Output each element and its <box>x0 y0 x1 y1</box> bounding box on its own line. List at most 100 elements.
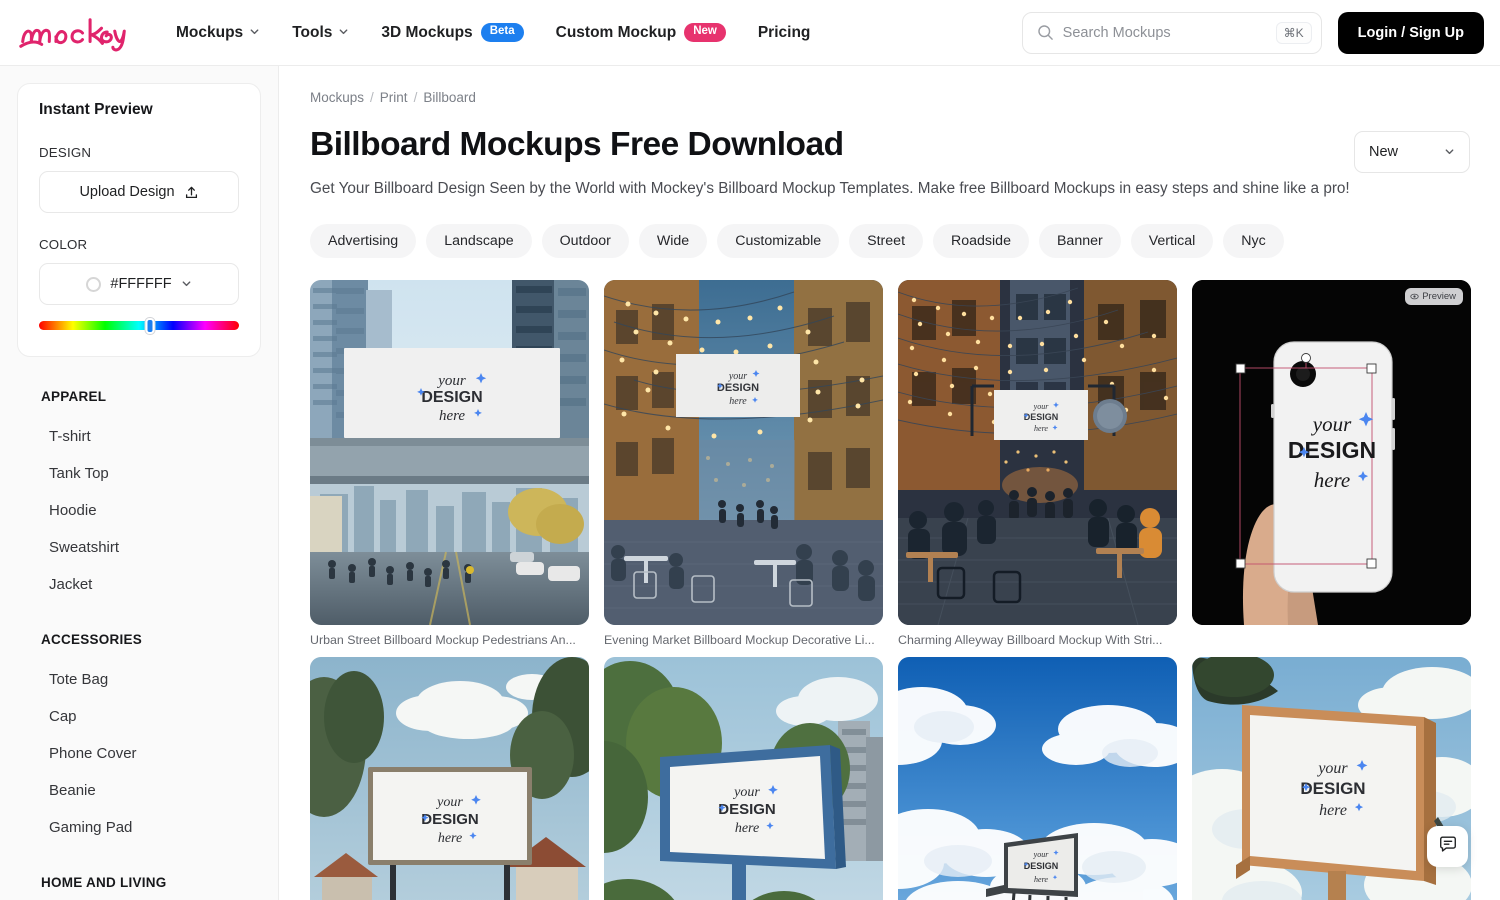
eye-icon <box>1410 292 1419 301</box>
filter-chip-outdoor[interactable]: Outdoor <box>541 223 629 258</box>
instant-preview-panel: Instant Preview DESIGN Upload Design COL… <box>17 83 261 357</box>
color-label: COLOR <box>39 237 88 252</box>
breadcrumb-print[interactable]: Print <box>380 90 408 105</box>
filter-chip-vertical[interactable]: Vertical <box>1130 223 1214 258</box>
sidebar-item-hoodie[interactable]: Hoodie <box>0 492 278 529</box>
sort-dropdown-value: New <box>1369 144 1399 160</box>
mockup-card[interactable]: your DESIGN here Evening Market Billboar… <box>604 279 883 647</box>
sidebar-item-phone-cover[interactable]: Phone Cover <box>0 735 278 772</box>
mockup-thumbnail-alleyway[interactable]: your DESIGN here <box>898 279 1177 625</box>
sidebar-item-tank-top[interactable]: Tank Top <box>0 455 278 492</box>
sidebar-item-beanie[interactable]: Beanie <box>0 772 278 809</box>
chevron-down-icon <box>249 26 260 37</box>
filter-chip-banner[interactable]: Banner <box>1038 223 1121 258</box>
site-header: Mockups Tools 3D Mockups Beta Custom Moc… <box>0 0 1500 66</box>
chevron-down-icon <box>181 278 192 289</box>
preview-badge[interactable]: Preview <box>1405 287 1463 305</box>
search-shortcut-hint: ⌘K <box>1275 21 1312 44</box>
category-heading-accessories: ACCESSORIES <box>41 632 143 647</box>
chat-bubble-icon <box>1438 834 1458 859</box>
beta-badge: Beta <box>480 23 524 42</box>
login-signup-button[interactable]: Login / Sign Up <box>1337 11 1484 54</box>
upload-icon <box>184 185 199 200</box>
page-body: Instant Preview DESIGN Upload Design COL… <box>0 66 1500 900</box>
page-subtitle: Get Your Billboard Design Seen by the Wo… <box>310 179 1350 197</box>
mockup-thumbnail-suburb-billboard[interactable]: your DESIGN here <box>310 656 589 900</box>
mockup-thumbnail-evening-market[interactable]: your DESIGN here <box>604 279 883 625</box>
mockey-logo[interactable] <box>14 11 132 55</box>
filter-chip-row: Advertising Landscape Outdoor Wide Custo… <box>310 223 1500 258</box>
sidebar-item-tshirt[interactable]: T-shirt <box>0 418 278 455</box>
filter-chip-wide[interactable]: Wide <box>638 223 708 258</box>
main-content: Mockups / Print / Billboard Billboard Mo… <box>279 66 1500 900</box>
mockup-thumbnail-sky-billboard[interactable]: your DESIGN here <box>898 656 1177 900</box>
breadcrumb-separator: / <box>370 90 374 105</box>
color-hex-value: #FFFFFF <box>110 276 172 292</box>
color-swatch <box>86 276 102 292</box>
nav-item-tools[interactable]: Tools <box>276 16 365 50</box>
nav-label: Mockups <box>176 23 244 41</box>
nav-label: Custom Mockup <box>555 23 677 41</box>
nav-label: Pricing <box>757 23 811 41</box>
sidebar: Instant Preview DESIGN Upload Design COL… <box>0 66 279 900</box>
mockup-grid: your DESIGN here Urban Street Billboard … <box>310 279 1500 900</box>
breadcrumb: Mockups / Print / Billboard <box>310 90 1500 105</box>
mockup-thumbnail-urban-street[interactable]: your DESIGN here <box>310 279 589 625</box>
nav-item-custom-mockup[interactable]: Custom Mockup New <box>540 15 742 50</box>
nav-item-pricing[interactable]: Pricing <box>742 16 827 50</box>
category-heading-home-and-living: HOME AND LIVING <box>41 875 167 890</box>
sidebar-item-tote-bag[interactable]: Tote Bag <box>0 661 278 698</box>
mockup-thumbnail-blue-frame-billboard[interactable]: your DESIGN here <box>604 656 883 900</box>
breadcrumb-mockups[interactable]: Mockups <box>310 90 364 105</box>
preview-badge-label: Preview <box>1422 290 1456 302</box>
category-heading-apparel: APPAREL <box>41 389 107 404</box>
filter-chip-street[interactable]: Street <box>849 223 924 258</box>
sidebar-item-cap[interactable]: Cap <box>0 698 278 735</box>
mockup-card[interactable]: your DESIGN here <box>604 656 883 900</box>
mockup-caption: Charming Alleyway Billboard Mockup With … <box>898 632 1163 647</box>
filter-chip-advertising[interactable]: Advertising <box>310 223 417 258</box>
sidebar-item-jacket[interactable]: Jacket <box>0 566 278 603</box>
breadcrumb-billboard[interactable]: Billboard <box>423 90 476 105</box>
mockup-caption: Evening Market Billboard Mockup Decorati… <box>604 632 875 647</box>
color-picker-button[interactable]: #FFFFFF <box>39 263 239 305</box>
sort-dropdown[interactable]: New <box>1354 131 1470 173</box>
sidebar-item-gaming-pad[interactable]: Gaming Pad <box>0 809 278 846</box>
sidebar-item-sweatshirt[interactable]: Sweatshirt <box>0 529 278 566</box>
new-badge: New <box>684 23 726 42</box>
title-block: Billboard Mockups Free Download Get Your… <box>310 126 1350 201</box>
hue-gradient-track <box>39 321 239 330</box>
hue-slider-handle[interactable] <box>145 318 155 334</box>
header-right-group: ⌘K Login / Sign Up <box>1021 11 1484 54</box>
chevron-down-icon <box>1444 146 1455 157</box>
chat-widget-button[interactable] <box>1427 826 1468 867</box>
mockup-card[interactable]: your DESIGN here Urban Street Billboard … <box>310 279 589 647</box>
filter-chip-customizable[interactable]: Customizable <box>717 223 840 258</box>
hue-slider[interactable] <box>39 318 239 334</box>
mockup-caption: Urban Street Billboard Mockup Pedestrian… <box>310 632 576 647</box>
primary-nav: Mockups Tools 3D Mockups Beta Custom Moc… <box>176 15 826 50</box>
design-label: DESIGN <box>39 145 92 160</box>
upload-design-button[interactable]: Upload Design <box>39 171 239 213</box>
search-icon <box>1037 24 1054 41</box>
nav-item-3d-mockups[interactable]: 3D Mockups Beta <box>365 15 539 50</box>
mockup-thumbnail-phone-hand[interactable]: your DESIGN here Preview <box>1192 279 1471 625</box>
filter-chip-landscape[interactable]: Landscape <box>426 223 532 258</box>
category-nav: APPAREL T-shirt Tank Top Hoodie Sweatshi… <box>0 357 278 900</box>
page-title: Billboard Mockups Free Download <box>310 126 844 163</box>
mockup-card[interactable]: your DESIGN here <box>898 656 1177 900</box>
mockup-card[interactable]: your DESIGN here <box>310 656 589 900</box>
upload-design-label: Upload Design <box>79 184 175 200</box>
filter-chip-roadside[interactable]: Roadside <box>933 223 1029 258</box>
nav-label: 3D Mockups <box>381 23 473 41</box>
title-row: Billboard Mockups Free Download Get Your… <box>310 126 1500 201</box>
search-input[interactable] <box>1062 24 1276 41</box>
nav-item-mockups[interactable]: Mockups <box>176 16 276 50</box>
chevron-down-icon <box>338 26 349 37</box>
mockup-card[interactable]: your DESIGN here Preview <box>1192 279 1471 647</box>
search-box[interactable]: ⌘K <box>1021 11 1322 54</box>
breadcrumb-separator: / <box>413 90 418 105</box>
instant-preview-title: Instant Preview <box>39 101 153 118</box>
mockup-card[interactable]: your DESIGN here Charming Alleyway Billb… <box>898 279 1177 647</box>
filter-chip-nyc[interactable]: Nyc <box>1223 223 1284 258</box>
